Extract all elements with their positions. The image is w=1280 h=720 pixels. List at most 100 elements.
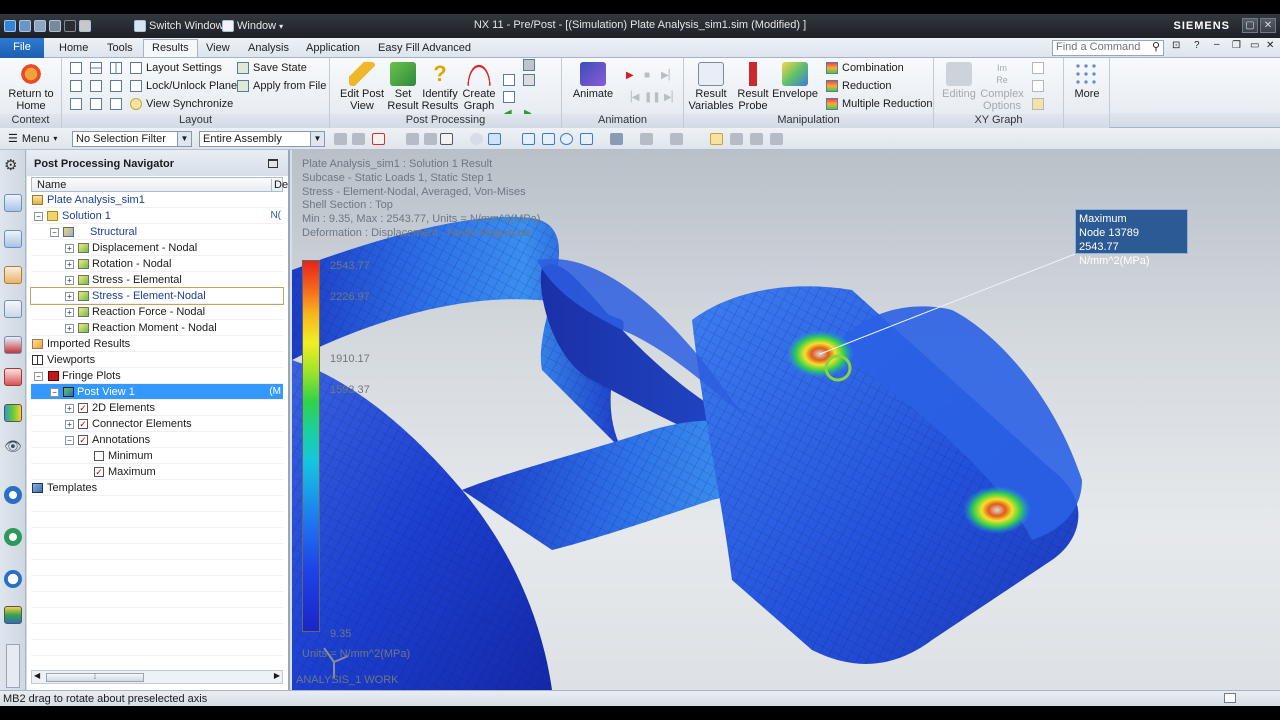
pause-icon[interactable]: ❚❚ [644, 92, 661, 103]
tree-node-maximum[interactable]: ✓ Maximum [31, 464, 283, 480]
tree-node-displacement-nodal[interactable]: + Displacement - Nodal [31, 240, 283, 256]
secondary-stress-hotspot[interactable] [963, 486, 1031, 534]
marker-icon[interactable] [503, 91, 515, 103]
expand-icon[interactable]: + [65, 260, 74, 269]
tree-node-minimum[interactable]: Minimum [31, 448, 283, 464]
minimum-checkbox[interactable] [94, 451, 104, 461]
snap-center-icon[interactable] [770, 133, 783, 145]
graphics-viewport[interactable]: Plate Analysis_sim1 : Solution 1 Result … [292, 150, 1280, 690]
post-processing-navigator-icon[interactable] [4, 300, 22, 318]
help-question-icon[interactable]: ? [1194, 40, 1200, 58]
expand-icon[interactable]: + [65, 404, 74, 413]
tab-application[interactable]: Application [298, 40, 368, 58]
find-command-input[interactable]: Find a Command [1052, 40, 1164, 56]
envelope-button[interactable]: Envelope [772, 62, 818, 100]
collapse-icon[interactable]: − [34, 372, 43, 381]
collapse-icon[interactable]: − [34, 212, 43, 221]
menu-button[interactable]: ☰ Menu ▾ [8, 132, 57, 146]
eye-icon[interactable]: 👁 [4, 438, 22, 456]
multiple-reduction-button[interactable]: Multiple Reduction [826, 98, 933, 110]
tree-node-2d-elements[interactable]: + ✓ 2D Elements [31, 400, 283, 416]
play-icon[interactable]: ▶ [626, 70, 634, 81]
graph-tool-icon-2[interactable] [1032, 80, 1044, 92]
rotate-icon[interactable] [560, 133, 573, 145]
identify-results-button[interactable]: ? Identify Results [420, 62, 460, 113]
tree-node-reaction-force-nodal[interactable]: + Reaction Force - Nodal [31, 304, 283, 320]
process-studio-icon[interactable] [4, 606, 22, 624]
graph-tool-icon-1[interactable] [1032, 62, 1044, 74]
tree-node-templates[interactable]: Templates [31, 480, 283, 496]
clear-icon[interactable] [523, 59, 535, 71]
select-edge-icon[interactable] [406, 133, 419, 145]
view-synchronize-button[interactable]: View Synchronize [130, 98, 233, 110]
text-annotation-icon[interactable] [503, 74, 515, 86]
tree-node-imported-results[interactable]: Imported Results [31, 336, 283, 352]
layout-1x2-icon[interactable] [90, 62, 102, 74]
tree-node-fringe-plots[interactable]: − Fringe Plots [31, 368, 283, 384]
expand-icon[interactable]: + [65, 420, 74, 429]
collapse-icon[interactable]: − [50, 228, 59, 237]
restore-doc-icon[interactable]: ❐ [1232, 40, 1241, 58]
orient-view-icon[interactable] [670, 133, 683, 145]
tree-node-rotation-nodal[interactable]: + Rotation - Nodal [31, 256, 283, 272]
tree-node-reaction-moment-nodal[interactable]: + Reaction Moment - Nodal [31, 320, 283, 336]
zoom-icon[interactable] [542, 133, 555, 145]
tree-node-viewports[interactable]: Viewports [31, 352, 283, 368]
collapse-icon[interactable]: − [50, 388, 59, 397]
render-style-icon[interactable] [610, 133, 623, 145]
combination-button[interactable]: Combination [826, 62, 904, 74]
expand-icon[interactable]: + [65, 324, 74, 333]
tree-node-connector-elements[interactable]: + ✓ Connector Elements [31, 416, 283, 432]
maximize-panel-icon[interactable] [268, 159, 278, 168]
edit-post-view-button[interactable]: Edit Post View [338, 62, 386, 112]
fit-view-icon[interactable] [522, 133, 535, 145]
tree-node-structural[interactable]: − Structural [31, 224, 283, 240]
snap-end-icon[interactable] [730, 133, 743, 145]
part-navigator-icon[interactable] [4, 230, 22, 248]
color-palette-icon[interactable] [4, 404, 22, 422]
step-back-icon[interactable]: ▕◀ [624, 92, 639, 103]
select-feature-icon[interactable] [372, 133, 385, 145]
close-doc-icon[interactable]: ✕ [1266, 40, 1274, 58]
web-browser-icon[interactable] [4, 528, 22, 546]
tab-home[interactable]: Home [51, 40, 96, 58]
tab-tools[interactable]: Tools [99, 40, 141, 58]
tree-node-solution-1[interactable]: − Solution 1 N( [31, 208, 283, 224]
scroll-left-icon[interactable]: ◀ [34, 671, 40, 680]
help-icon[interactable]: ⊡ [1172, 40, 1180, 58]
expand-icon[interactable]: + [65, 308, 74, 317]
layout-2x2b-icon[interactable] [90, 80, 102, 92]
select-all-icon[interactable] [352, 133, 365, 145]
roles-icon[interactable] [4, 368, 22, 386]
scroll-right-icon[interactable]: ▶ [274, 671, 280, 680]
navigator-horizontal-scrollbar[interactable]: ◀ ⁞ ▶ [31, 670, 283, 684]
tree-node-post-view-1[interactable]: − Post View 1 (M [31, 384, 283, 400]
expand-icon[interactable]: + [65, 292, 74, 301]
return-to-home-button[interactable]: Return to Home [4, 62, 58, 112]
pan-icon[interactable] [580, 133, 593, 145]
maximum-annotation[interactable]: Maximum Node 13789 2543.77 N/mm^2(MPa) [1075, 209, 1188, 267]
layout-2x2-icon[interactable] [110, 62, 122, 74]
connector-elements-checkbox[interactable]: ✓ [78, 419, 88, 429]
tree-node-stress-element-nodal[interactable]: + Stress - Element-Nodal [30, 287, 284, 305]
history-icon[interactable] [4, 266, 22, 284]
info-icon[interactable] [4, 486, 22, 504]
next-frame-icon[interactable]: ▶▏ [664, 92, 679, 103]
graph-tool-icon-3[interactable] [1032, 98, 1044, 110]
layout-3x1-icon[interactable] [70, 98, 82, 110]
apply-from-file-button[interactable]: Apply from File [237, 80, 326, 92]
save-state-button[interactable]: Save State [237, 62, 307, 74]
snap-point-icon[interactable] [710, 133, 723, 145]
search-icon[interactable]: ⚲ [1152, 40, 1160, 58]
step-forward-icon[interactable]: ▶▏ [661, 70, 676, 81]
display-mode-icon[interactable] [488, 133, 501, 145]
lasso-icon[interactable] [470, 133, 483, 145]
minimize-ribbon-icon[interactable]: ▭ [1250, 40, 1259, 58]
set-result-button[interactable]: Set Result [386, 62, 420, 112]
layout-4x4-icon[interactable] [110, 98, 122, 110]
stop-icon[interactable]: ■ [644, 70, 650, 81]
layout-3x3-icon[interactable] [110, 80, 122, 92]
editing-button[interactable]: Editing [940, 62, 978, 100]
select-face-icon[interactable] [424, 133, 437, 145]
complex-options-button[interactable]: Im Re Complex Options [980, 62, 1024, 112]
